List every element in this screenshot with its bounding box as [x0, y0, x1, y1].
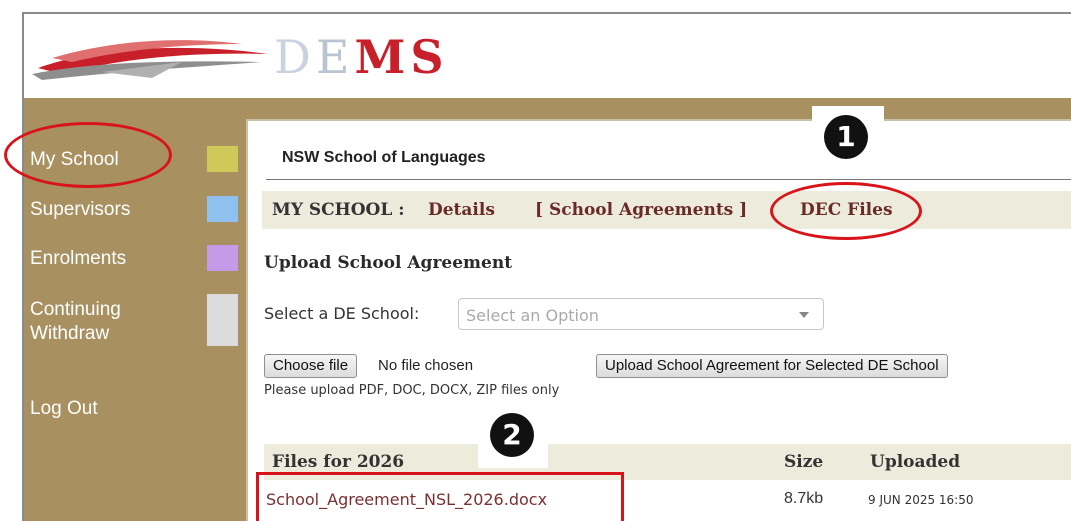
- sidebar-item-continuing-withdraw[interactable]: Continuing Withdraw: [30, 298, 121, 346]
- main-panel: NSW School of Languages MY SCHOOL : Deta…: [246, 119, 1071, 521]
- sidebar-item-log-out[interactable]: Log Out: [30, 397, 98, 421]
- tab-details[interactable]: Details: [428, 200, 495, 220]
- de-school-select[interactable]: Select an Option: [458, 298, 824, 330]
- sidebar-item-my-school[interactable]: My School: [30, 148, 119, 172]
- column-header-size: Size: [784, 452, 824, 472]
- sidebar-swatch-enrolments: [207, 245, 238, 271]
- upload-hint: Please upload PDF, DOC, DOCX, ZIP files …: [264, 383, 560, 398]
- step-marker-2: 2: [490, 413, 534, 457]
- header: DEMS: [24, 14, 1071, 98]
- sidebar-item-enrolments[interactable]: Enrolments: [30, 247, 126, 271]
- sidebar-swatch-continuing-withdraw: [207, 294, 238, 346]
- file-link[interactable]: School_Agreement_NSL_2026.docx: [266, 490, 547, 509]
- tab-school-agreements[interactable]: [ School Agreements ]: [535, 200, 747, 220]
- section-title: Upload School Agreement: [264, 253, 513, 273]
- de-school-select-label: Select a DE School:: [264, 304, 420, 323]
- upload-agreement-button[interactable]: Upload School Agreement for Selected DE …: [596, 354, 948, 378]
- no-file-chosen-text: No file chosen: [378, 357, 474, 374]
- tabbar-label: MY SCHOOL :: [272, 200, 405, 220]
- column-header-uploaded: Uploaded: [870, 452, 961, 472]
- file-size: 8.7kb: [784, 490, 824, 507]
- choose-file-button[interactable]: Choose file: [264, 354, 358, 378]
- logo-swoosh-icon: [32, 40, 268, 80]
- my-school-tabbar: MY SCHOOL : Details [ School Agreements …: [262, 191, 1071, 229]
- logo-text: DEMS: [274, 30, 449, 84]
- sidebar-item-supervisors[interactable]: Supervisors: [30, 198, 130, 222]
- school-name: NSW School of Languages: [282, 149, 486, 166]
- school-name-divider: [266, 179, 1071, 180]
- sidebar-swatch-my-school: [207, 146, 238, 172]
- step-marker-1: 1: [824, 115, 868, 159]
- tab-dec-files[interactable]: DEC Files: [800, 200, 893, 220]
- column-header-files: Files for 2026: [272, 452, 405, 472]
- file-uploaded-date: 9 JUN 2025 16:50: [868, 493, 974, 507]
- files-table-header: Files for 2026 Size Uploaded: [264, 444, 1071, 480]
- de-school-select-value: Select an Option: [466, 306, 599, 325]
- chevron-down-icon: [799, 312, 809, 318]
- sidebar-swatch-supervisors: [207, 196, 238, 222]
